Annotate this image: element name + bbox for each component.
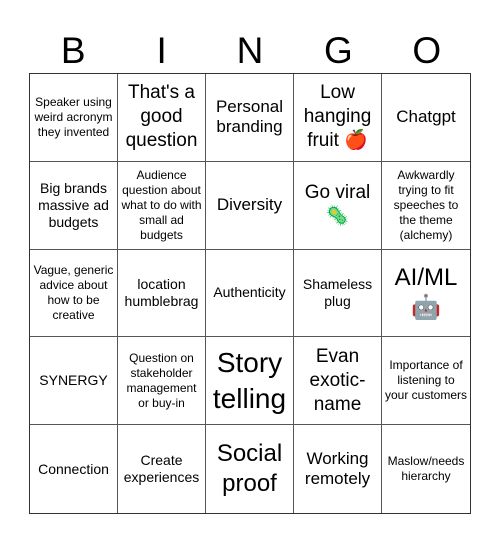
cell-text: Shameless plug xyxy=(302,275,373,309)
cell-text: Audience question about what to do with … xyxy=(121,167,202,242)
cell-text: Story telling xyxy=(212,346,287,414)
cell-text: Maslow/needs hierarchy xyxy=(387,454,465,484)
bingo-cell[interactable]: Maslow/needs hierarchy xyxy=(382,425,470,513)
bingo-cell[interactable]: Question on stakeholder management or bu… xyxy=(118,337,206,426)
bingo-cell[interactable]: Go viral 🦠 xyxy=(294,161,382,250)
bingo-cell[interactable]: Big brands massive ad budgets xyxy=(30,161,118,250)
bingo-cell[interactable]: Connection xyxy=(30,425,118,513)
bingo-cell[interactable]: Personal branding xyxy=(206,74,294,162)
bingo-header: B I N G O xyxy=(29,30,471,72)
header-letter-g: G xyxy=(323,30,353,71)
bingo-cell[interactable]: Shameless plug xyxy=(294,249,382,338)
cell-text: Question on stakeholder management or bu… xyxy=(126,350,197,410)
cell-text: location humblebrag xyxy=(124,275,199,309)
cell-text: Personal branding xyxy=(215,97,284,137)
bingo-cell[interactable]: location humblebrag xyxy=(118,249,206,338)
cell-text: Awkwardly trying to fit speeches to the … xyxy=(393,167,459,242)
cell-text: Create experiences xyxy=(123,452,200,486)
cell-text: Vague, generic advice about how to be cr… xyxy=(33,262,114,322)
cell-text: Go viral 🦠 xyxy=(304,182,371,228)
header-letter-o: O xyxy=(412,30,442,71)
cell-text: AI/ML 🤖 xyxy=(394,263,458,321)
bingo-cell[interactable]: Diversity xyxy=(206,161,294,250)
cell-text: Working remotely xyxy=(304,449,371,489)
bingo-cell[interactable]: AI/ML 🤖 xyxy=(382,250,470,338)
cell-text: SYNERGY xyxy=(39,372,108,389)
bingo-cell[interactable]: Importance of listening to your customer… xyxy=(382,337,470,426)
header-letter-i: I xyxy=(156,30,167,71)
bingo-cell[interactable]: That's a good question xyxy=(118,74,206,162)
bingo-cell[interactable]: Audience question about what to do with … xyxy=(118,161,206,250)
bingo-cell[interactable]: Awkwardly trying to fit speeches to the … xyxy=(382,162,470,250)
header-letter-b: B xyxy=(60,30,86,71)
bingo-cell[interactable]: Authenticity xyxy=(206,249,294,338)
bingo-cell[interactable]: Evan exotic-name xyxy=(294,337,382,426)
cell-text: Authenticity xyxy=(213,284,286,301)
cell-text: Low hanging fruit 🍎 xyxy=(303,82,372,152)
cell-text: Big brands massive ad budgets xyxy=(38,179,109,230)
cell-text: Social proof xyxy=(216,440,283,498)
header-letter-n: N xyxy=(236,30,264,71)
cell-text: Importance of listening to your customer… xyxy=(384,358,468,403)
bingo-cell[interactable]: Speaker using weird acronym they invente… xyxy=(30,74,118,162)
bingo-cell[interactable]: SYNERGY xyxy=(30,337,118,426)
bingo-cell[interactable]: Chatgpt xyxy=(382,74,470,162)
cell-text: Diversity xyxy=(216,195,283,215)
bingo-cell[interactable]: Vague, generic advice about how to be cr… xyxy=(30,249,118,338)
cell-text: Chatgpt xyxy=(396,107,456,127)
cell-text: That's a good question xyxy=(125,82,198,152)
bingo-cell[interactable]: Social proof xyxy=(206,425,294,513)
cell-text: Evan exotic-name xyxy=(309,345,366,415)
bingo-cell[interactable]: Create experiences xyxy=(118,425,206,513)
bingo-cell[interactable]: Low hanging fruit 🍎 xyxy=(294,74,382,162)
cell-text: Speaker using weird acronym they invente… xyxy=(34,94,113,139)
bingo-cell[interactable]: Working remotely xyxy=(294,425,382,513)
cell-text: Connection xyxy=(38,460,109,477)
bingo-cell[interactable]: Story telling xyxy=(206,337,294,426)
bingo-grid: Speaker using weird acronym they invente… xyxy=(29,73,471,514)
